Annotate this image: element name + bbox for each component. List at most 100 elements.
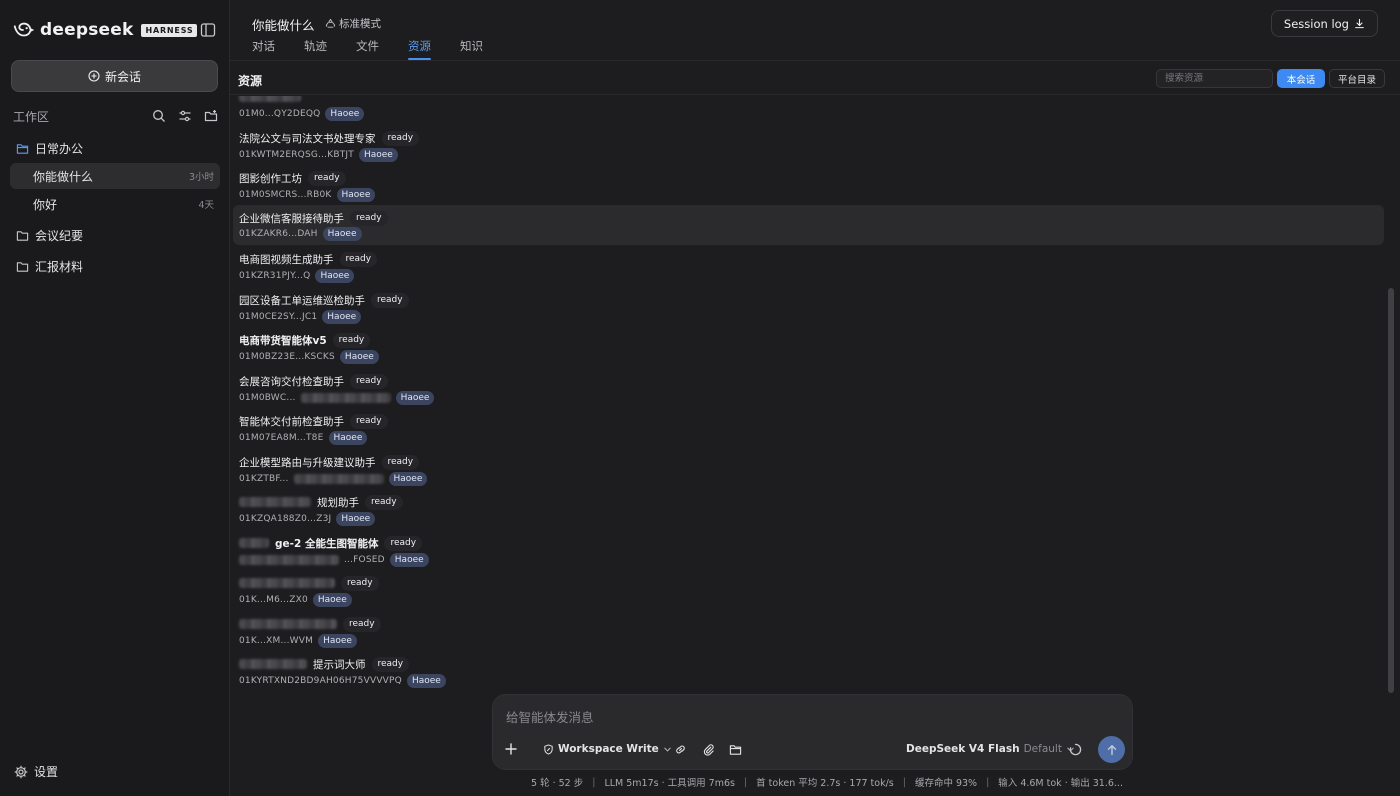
model-selector-dropdown[interactable]: DeepSeek V4 Flash Default: [906, 743, 1075, 755]
search-icon[interactable]: [152, 109, 166, 123]
redacted-text: [293, 473, 384, 484]
filter-sliders-icon[interactable]: [178, 109, 192, 123]
redacted-text: [239, 659, 307, 669]
resource-id: 01KZTBF...: [239, 473, 289, 484]
permission-mode-dropdown[interactable]: Workspace Write: [543, 743, 672, 755]
download-icon: [1355, 18, 1364, 29]
tab-files[interactable]: 文件: [356, 38, 379, 60]
resource-name: 智能体交付前检查助手: [239, 415, 344, 428]
session-log-button[interactable]: Session log: [1270, 10, 1378, 37]
status-badge: ready: [308, 170, 346, 186]
status-badge: ready: [343, 616, 381, 632]
resource-search-input[interactable]: [1156, 69, 1273, 88]
resource-item[interactable]: 图影创作工坊 ready 01M0SMCRS...RB0K Haoee: [233, 167, 1384, 207]
model-name: DeepSeek V4 Flash: [906, 743, 1020, 755]
status-badge: ready: [381, 130, 420, 146]
folder-meeting-notes[interactable]: 会议纪要: [16, 226, 83, 244]
resource-name: 提示词大师: [313, 658, 366, 671]
redacted-text: [239, 619, 337, 629]
owner-badge: Haoee: [406, 673, 446, 688]
redacted-text: [239, 497, 311, 507]
new-folder-icon[interactable]: [204, 109, 218, 123]
deepseek-whale-logo-icon: [13, 22, 34, 37]
resource-name: 企业微信客服接待助手: [239, 212, 344, 225]
chevron-down-icon: [664, 747, 671, 752]
mode-label: 标准模式: [339, 18, 381, 30]
resource-name: 企业模型路由与升级建议助手: [239, 456, 376, 469]
redacted-text: [239, 578, 335, 588]
tab-resources[interactable]: 资源: [408, 38, 431, 60]
tab-knowledge[interactable]: 知识: [460, 38, 483, 60]
settings-label: 设置: [34, 765, 59, 779]
folder-icon[interactable]: [729, 743, 742, 756]
resource-item[interactable]: ge-2 全能生图智能体 ready ...FOSED Haoee: [233, 532, 1384, 572]
resource-id: 01M0...QY2DEQQ: [239, 108, 321, 119]
resource-item[interactable]: 01M0...QY2DEQQ Haoee: [233, 96, 1384, 126]
owner-badge: Haoee: [322, 309, 362, 324]
chat-item-active[interactable]: 你能做什么 3小时: [10, 163, 220, 189]
owner-badge: Haoee: [388, 471, 428, 486]
resource-item[interactable]: 电商图视频生成助手 ready 01KZR31PJY...Q Haoee: [233, 248, 1384, 288]
tab-trace[interactable]: 轨迹: [304, 38, 327, 60]
chat-item-label: 你好: [33, 197, 58, 212]
owner-badge: Haoee: [395, 390, 435, 405]
resource-item[interactable]: 智能体交付前检查助手 ready 01M07EA8M...T8E Haoee: [233, 410, 1384, 450]
resource-item[interactable]: 规划助手 ready 01KZQA188Z0...Z3J Haoee: [233, 491, 1384, 531]
current-session-filter-button[interactable]: 本会话: [1277, 69, 1325, 88]
resource-name: 电商带货智能体v5: [239, 334, 327, 347]
folder-label: 汇报材料: [35, 259, 84, 274]
sidebar-toggle-icon[interactable]: [200, 22, 216, 38]
resources-header: 资源 本会话 平台目录: [230, 62, 1400, 95]
send-button[interactable]: [1098, 736, 1125, 763]
resource-name: 图影创作工坊: [239, 172, 302, 185]
owner-badge: Haoee: [389, 552, 429, 567]
folder-icon: [16, 261, 29, 272]
brand[interactable]: deepseek HARNESS: [12, 18, 198, 42]
vertical-scrollbar[interactable]: [1388, 288, 1394, 693]
top-bar: 你能做什么 标准模式 对话 轨迹 文件 资源 知识 Session log: [230, 0, 1400, 61]
status-badge: ready: [341, 575, 379, 591]
folder-daily-office[interactable]: 日常办公: [16, 139, 83, 157]
resource-item[interactable]: 提示词大师 ready 01KYRTXND2BD9AH06H75VVVVPQ H…: [233, 653, 1384, 692]
chat-item[interactable]: 你好 4天: [10, 191, 220, 217]
paperclip-icon[interactable]: [702, 743, 715, 756]
shield-edit-icon: [544, 743, 553, 755]
owner-badge: Haoee: [328, 430, 368, 445]
resource-name: 法院公文与司法文书处理专家: [239, 132, 376, 145]
conversation-title: 你能做什么: [252, 18, 315, 33]
loading-spinner-icon: [1069, 743, 1082, 756]
folder-label: 会议纪要: [35, 228, 84, 243]
resource-item[interactable]: 电商带货智能体v5 ready 01M0BZ23E...KSCKS Haoee: [233, 329, 1384, 369]
brand-name: deepseek: [40, 20, 134, 40]
resource-name: 会展咨询交付检查助手: [239, 375, 344, 388]
folder-report-materials[interactable]: 汇报材料: [16, 257, 83, 275]
tab-bar: 对话 轨迹 文件 资源 知识: [252, 38, 512, 60]
settings-button[interactable]: 设置: [14, 763, 58, 780]
status-badge: ready: [384, 535, 423, 551]
resource-item[interactable]: ready 01K...M6...ZX0 Haoee: [233, 572, 1384, 612]
workspace-header: 工作区: [13, 108, 218, 124]
resource-item[interactable]: 园区设备工单运维巡检助手 ready 01M0CE2SY...JC1 Haoee: [233, 289, 1384, 329]
resource-item[interactable]: 企业模型路由与升级建议助手 ready 01KZTBF... Haoee: [233, 451, 1384, 491]
tab-chat[interactable]: 对话: [252, 38, 275, 60]
brand-badge: HARNESS: [141, 23, 198, 37]
gear-icon: [14, 765, 28, 778]
link-icon[interactable]: [674, 743, 687, 756]
mode-indicator[interactable]: 标准模式: [325, 16, 381, 31]
resource-item[interactable]: ready 01K...XM...WVM Haoee: [233, 613, 1384, 653]
new-chat-button[interactable]: 新会话: [11, 60, 218, 92]
plus-icon[interactable]: [504, 742, 518, 756]
owner-badge: Haoee: [315, 268, 355, 283]
status-badge: ready: [332, 332, 371, 348]
resource-id: 01K...XM...WVM: [239, 635, 314, 646]
message-input[interactable]: [506, 708, 1066, 726]
resource-id: 01K...M6...ZX0: [239, 594, 308, 605]
chat-item-time: 4天: [198, 200, 214, 211]
platform-catalog-button[interactable]: 平台目录: [1329, 69, 1385, 88]
message-composer: Workspace Write DeepSeek V4 Flash Defaul…: [492, 694, 1133, 770]
resource-item[interactable]: 法院公文与司法文书处理专家 ready 01KWTM2ERQSG...KBTJT…: [233, 127, 1384, 167]
resource-item-hovered[interactable]: 企业微信客服接待助手 ready 01KZAKR6...DAH Haoee: [233, 205, 1384, 245]
workspace-title: 工作区: [13, 109, 50, 124]
resource-item[interactable]: 会展咨询交付检查助手 ready 01M0BWC... Haoee: [233, 370, 1384, 410]
status-badge: ready: [339, 251, 378, 267]
